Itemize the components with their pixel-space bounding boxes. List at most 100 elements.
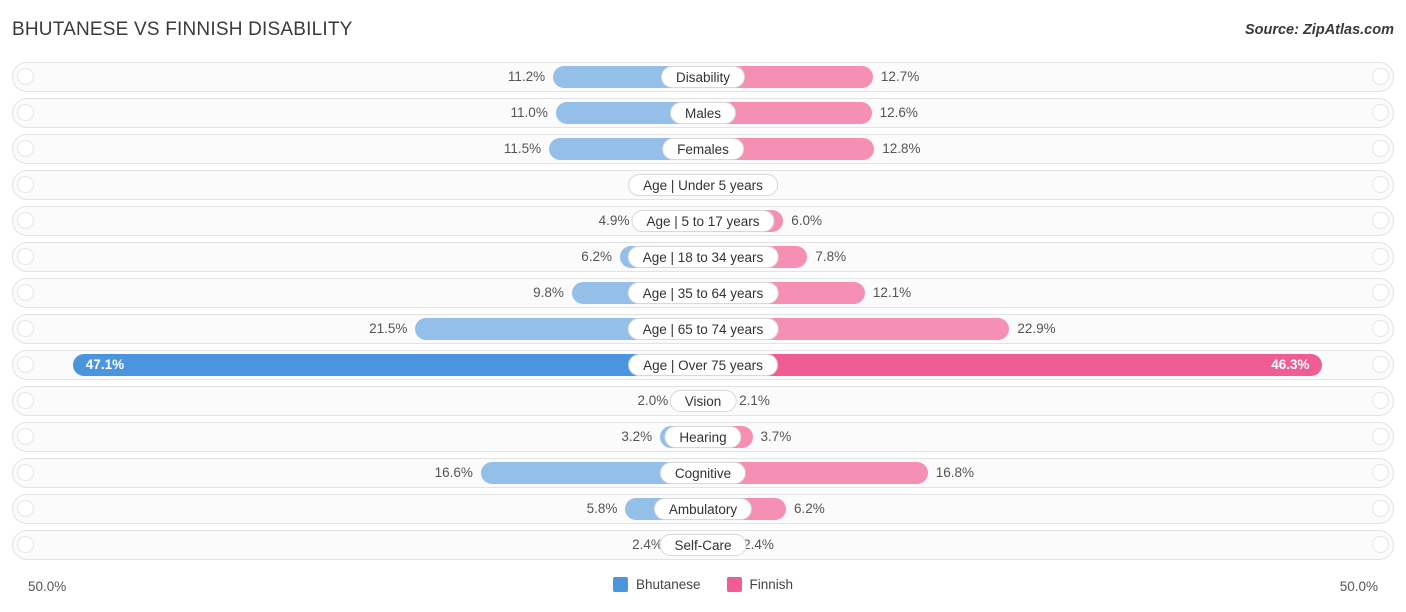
row-end-cap-left [17,320,34,337]
row-end-cap-right [1372,356,1389,373]
value-label-bhutanese: 9.8% [533,285,564,300]
chart-page: BHUTANESE VS FINNISH DISABILITY Source: … [0,0,1406,612]
row-track: 16.6% 16.8% Cognitive [35,459,1371,487]
value-label-bhutanese: 11.2% [507,69,546,84]
row-end-cap-left [17,104,34,121]
category-label: Age | 18 to 34 years [627,246,779,268]
category-label: Self-Care [659,534,747,556]
table-row: 9.8% 12.1% Age | 35 to 64 years [12,278,1394,308]
legend-item-bhutanese: Bhutanese [612,577,701,592]
category-label: Age | 65 to 74 years [627,318,779,340]
value-label-bhutanese: 47.1% [85,357,125,372]
value-label-bhutanese: 3.2% [621,429,653,444]
value-label-finnish: 12.6% [879,105,918,120]
row-end-cap-right [1372,140,1389,157]
row-track: 11.0% 12.6% Males [35,99,1371,127]
value-label-finnish: 12.7% [880,69,920,84]
row-end-cap-right [1372,68,1389,85]
row-end-cap-left [17,212,34,229]
legend-item-finnish: Finnish [726,577,794,592]
row-end-cap-right [1372,536,1389,553]
row-track: 47.1% 46.3% Age | Over 75 years [35,351,1371,379]
value-label-bhutanese: 2.0% [637,393,669,408]
row-track: 11.5% 12.8% Females [35,135,1371,163]
row-end-cap-left [17,356,34,373]
value-label-finnish: 2.4% [743,537,774,552]
row-end-cap-right [1372,212,1389,229]
chart-footer: 50.0% Bhutanese Finnish 50.0% [12,574,1394,602]
table-row: 47.1% 46.3% Age | Over 75 years [12,350,1394,380]
legend-label-bhutanese: Bhutanese [635,577,701,592]
row-end-cap-left [17,392,34,409]
row-track: 6.2% 7.8% Age | 18 to 34 years [35,243,1371,271]
value-label-bhutanese: 21.5% [369,321,408,336]
row-end-cap-left [17,176,34,193]
row-end-cap-right [1372,248,1389,265]
row-end-cap-left [17,464,34,481]
row-track: 2.4% 2.4% Self-Care [35,531,1371,559]
category-label: Age | Over 75 years [628,354,778,376]
category-label: Age | Under 5 years [628,174,778,196]
row-end-cap-right [1372,500,1389,517]
category-label: Females [662,138,744,160]
table-row: 2.4% 2.4% Self-Care [12,530,1394,560]
row-end-cap-right [1372,176,1389,193]
category-label: Vision [669,390,737,412]
category-label: Age | 5 to 17 years [631,210,775,232]
table-row: 2.0% 2.1% Vision [12,386,1394,416]
value-label-finnish: 46.3% [1271,357,1310,372]
value-label-finnish: 2.1% [739,393,770,408]
axis-label-right: 50.0% [1339,579,1378,594]
bar-finnish [703,354,1323,376]
row-end-cap-right [1372,464,1389,481]
row-end-cap-left [17,428,34,445]
row-end-cap-left [17,536,34,553]
category-label: Disability [660,66,746,88]
bar-bhutanese [72,354,703,376]
table-row: 11.0% 12.6% Males [12,98,1394,128]
category-label: Ambulatory [653,498,753,520]
page-title: BHUTANESE VS FINNISH DISABILITY [12,19,353,40]
table-row: 4.9% 6.0% Age | 5 to 17 years [12,206,1394,236]
axis-label-left: 50.0% [28,579,67,594]
legend-swatch-finnish [726,577,742,592]
value-label-bhutanese: 5.8% [586,501,618,516]
row-track: 2.0% 2.1% Vision [35,387,1371,415]
legend-label-finnish: Finnish [749,577,794,592]
value-label-finnish: 6.2% [793,501,825,516]
legend-swatch-bhutanese [612,577,628,592]
table-row: 6.2% 7.8% Age | 18 to 34 years [12,242,1394,272]
row-end-cap-left [17,248,34,265]
table-row: 1.2%1.6%Age | Under 5 years [12,170,1394,200]
value-label-finnish: 3.7% [760,429,792,444]
row-end-cap-left [17,284,34,301]
chart-legend: Bhutanese Finnish [612,577,794,592]
row-end-cap-right [1372,320,1389,337]
row-end-cap-left [17,140,34,157]
row-end-cap-left [17,68,34,85]
row-track: 4.9% 6.0% Age | 5 to 17 years [35,207,1371,235]
source-attribution: Source: ZipAtlas.com [1244,22,1394,38]
row-track: 5.8% 6.2% Ambulatory [35,495,1371,523]
value-label-finnish: 22.9% [1017,321,1056,336]
row-track: 11.2% 12.7% Disability [35,63,1371,91]
table-row: 11.5% 12.8% Females [12,134,1394,164]
row-end-cap-left [17,500,34,517]
table-row: 3.2% 3.7% Hearing [12,422,1394,452]
value-label-finnish: 12.8% [882,141,921,156]
chart-header: BHUTANESE VS FINNISH DISABILITY Source: … [0,0,1406,58]
table-row: 16.6% 16.8% Cognitive [12,458,1394,488]
table-row: 5.8% 6.2% Ambulatory [12,494,1394,524]
value-label-finnish: 7.8% [815,249,847,264]
category-label: Age | 35 to 64 years [627,282,779,304]
value-label-bhutanese: 11.0% [510,105,548,120]
value-label-finnish: 12.1% [872,285,912,300]
row-end-cap-right [1372,428,1389,445]
value-label-bhutanese: 6.2% [581,249,613,264]
value-label-finnish: 6.0% [791,213,823,228]
diverging-bar-chart: 11.2% 12.7% Disability 11.0% 12.6% Males 11.5%… [12,62,1394,570]
value-label-bhutanese: 16.6% [434,465,473,480]
row-track: 21.5% 22.9% Age | 65 to 74 years [35,315,1371,343]
category-label: Males [669,102,737,124]
row-track: 3.2% 3.7% Hearing [35,423,1371,451]
